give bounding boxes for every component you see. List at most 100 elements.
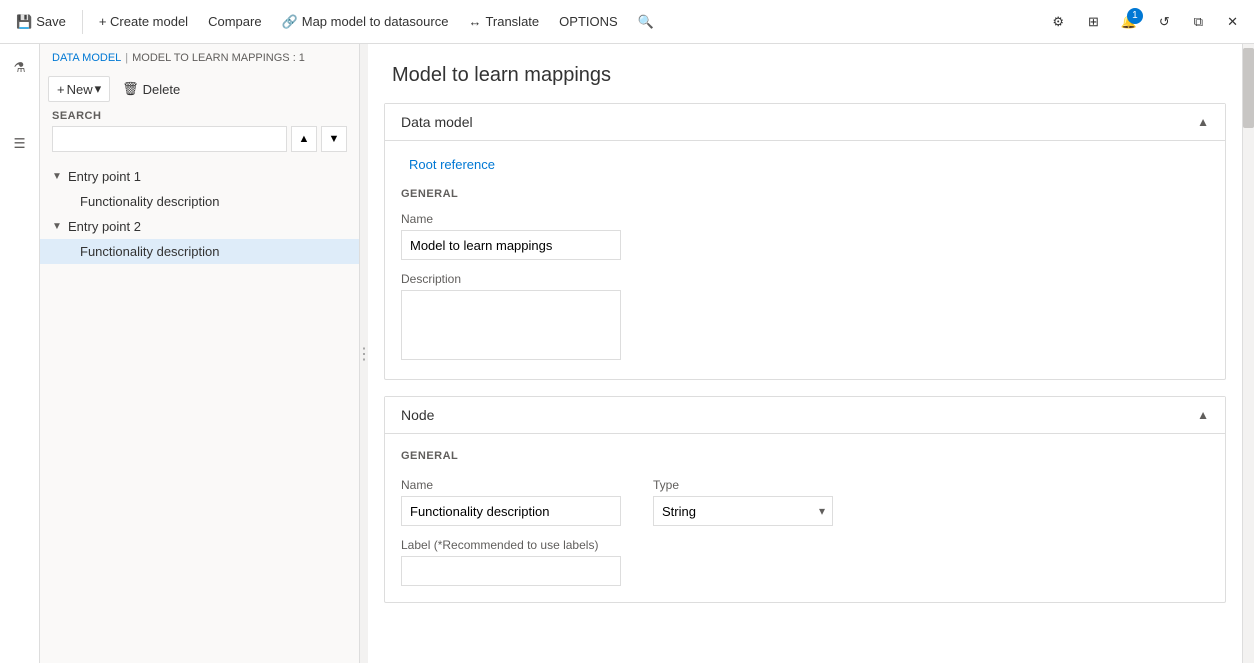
open-external-icon: ⧉	[1194, 14, 1203, 30]
tree-group-1: ▼ Entry point 1 Functionality descriptio…	[40, 164, 359, 214]
settings-icon: ⚙	[1052, 14, 1064, 30]
page-title: Model to learn mappings	[392, 64, 1218, 87]
office-button[interactable]: ⊞	[1080, 10, 1107, 34]
node-name-col: GENERAL Name	[401, 450, 621, 526]
root-reference-link[interactable]: Root reference	[401, 157, 503, 172]
create-model-button[interactable]: + Create model	[91, 10, 196, 33]
node-name-input[interactable]	[401, 496, 621, 526]
notification-badge[interactable]: 🔔 1	[1115, 8, 1143, 36]
map-label: Map model to datasource	[302, 14, 449, 29]
description-field-group: Description	[401, 272, 1209, 363]
expand-icon-1: ▼	[52, 171, 68, 182]
panel-toolbar: + New ▾ 🗑 Delete	[40, 72, 359, 106]
data-model-section-title: Data model	[401, 114, 473, 130]
arrow-up-button[interactable]: ▲	[291, 126, 317, 152]
drag-handle[interactable]: ⋮	[360, 44, 368, 663]
node-type-select[interactable]: String Integer Boolean Date List	[653, 496, 833, 526]
node-section-header[interactable]: Node ▲	[385, 397, 1225, 434]
hamburger-icon: ☰	[14, 136, 26, 152]
data-model-collapse-icon: ▲	[1197, 115, 1209, 129]
right-panel: Model to learn mappings Data model ▲ Roo…	[368, 44, 1242, 663]
tree-child-entry1-func1[interactable]: Functionality description	[40, 189, 359, 214]
new-dropdown-icon: ▾	[95, 81, 102, 97]
main-area: ⚗ ☰ DATA MODEL | MODEL TO LEARN MAPPINGS…	[0, 44, 1254, 663]
save-label: Save	[36, 14, 66, 29]
node-type-col: GENERAL Type String Integer Boolean Date…	[653, 450, 833, 526]
close-button[interactable]: ✕	[1219, 10, 1246, 34]
open-external-button[interactable]: ⧉	[1186, 10, 1211, 34]
main-toolbar: 💾 Save + Create model Compare 🔗 Map mode…	[0, 0, 1254, 44]
node-label-field-label: Label (*Recommended to use labels)	[401, 538, 1209, 552]
node-general-label: GENERAL	[401, 450, 621, 462]
breadcrumb-separator: |	[125, 52, 128, 64]
node-name-field-group: Name	[401, 478, 621, 526]
entry2-child1-label: Functionality description	[80, 244, 219, 259]
node-type-label: Type	[653, 478, 833, 492]
description-field-textarea[interactable]	[401, 290, 621, 360]
toolbar-separator-1	[82, 10, 83, 34]
side-icons: ⚗ ☰	[0, 44, 40, 663]
tree-item-entry2[interactable]: ▼ Entry point 2	[40, 214, 359, 239]
toolbar-right: ⚙ ⊞ 🔔 1 ↺ ⧉ ✕	[1044, 8, 1246, 36]
hamburger-icon-button[interactable]: ☰	[4, 128, 36, 160]
breadcrumb: DATA MODEL | MODEL TO LEARN MAPPINGS : 1	[40, 44, 359, 72]
search-toolbar-button[interactable]: 🔍	[630, 10, 662, 34]
delete-icon: 🗑	[122, 81, 139, 97]
map-icon: 🔗	[282, 14, 298, 30]
refresh-button[interactable]: ↺	[1151, 10, 1178, 34]
translate-label: Translate	[485, 14, 539, 29]
options-button[interactable]: OPTIONS	[551, 10, 626, 33]
right-scrollbar[interactable]	[1242, 44, 1254, 663]
name-field-input[interactable]	[401, 230, 621, 260]
node-section-body: GENERAL Name GENERAL Type String	[385, 434, 1225, 602]
close-icon: ✕	[1227, 14, 1238, 30]
notification-count: 1	[1127, 8, 1143, 24]
expand-icon-2: ▼	[52, 221, 68, 232]
node-fields-row: GENERAL Name GENERAL Type String	[401, 450, 1209, 526]
search-section-label: SEARCH	[52, 110, 347, 122]
new-button[interactable]: + New ▾	[48, 76, 110, 102]
tree: ▼ Entry point 1 Functionality descriptio…	[40, 160, 359, 663]
node-label-field-group: Label (*Recommended to use labels)	[401, 538, 1209, 586]
compare-label: Compare	[208, 14, 261, 29]
arrow-down-button[interactable]: ▼	[321, 126, 347, 152]
node-type-field-group: Type String Integer Boolean Date List	[653, 478, 833, 526]
save-button[interactable]: 💾 Save	[8, 10, 74, 34]
office-icon: ⊞	[1088, 14, 1099, 30]
new-label: New	[67, 82, 93, 97]
save-icon: 💾	[16, 14, 32, 30]
scroll-thumb[interactable]	[1243, 48, 1254, 128]
tree-group-2: ▼ Entry point 2 Functionality descriptio…	[40, 214, 359, 264]
search-section: SEARCH ▲ ▼	[40, 106, 359, 160]
page-title-bar: Model to learn mappings	[368, 44, 1242, 103]
search-icon: 🔍	[638, 14, 654, 30]
refresh-icon: ↺	[1159, 14, 1170, 30]
filter-icon: ⚗	[14, 60, 26, 76]
description-field-label: Description	[401, 272, 1209, 286]
data-model-section-header[interactable]: Data model ▲	[385, 104, 1225, 141]
tree-child-entry2-func1[interactable]: Functionality description	[40, 239, 359, 264]
translate-button[interactable]: ↔ Translate	[460, 10, 547, 33]
map-button[interactable]: 🔗 Map model to datasource	[274, 10, 457, 34]
name-field-group: Name	[401, 212, 1209, 260]
new-plus-icon: +	[57, 82, 65, 97]
compare-button[interactable]: Compare	[200, 10, 269, 33]
entry2-label: Entry point 2	[68, 219, 347, 234]
node-label-input[interactable]	[401, 556, 621, 586]
settings-button[interactable]: ⚙	[1044, 10, 1072, 34]
options-label: OPTIONS	[559, 14, 618, 29]
node-type-select-wrapper: String Integer Boolean Date List	[653, 496, 833, 526]
name-field-label: Name	[401, 212, 1209, 226]
tree-item-entry1[interactable]: ▼ Entry point 1	[40, 164, 359, 189]
delete-button[interactable]: 🗑 Delete	[114, 77, 188, 101]
delete-label: Delete	[143, 82, 181, 97]
node-section-title: Node	[401, 407, 434, 423]
entry1-label: Entry point 1	[68, 169, 347, 184]
node-name-label: Name	[401, 478, 621, 492]
left-panel: DATA MODEL | MODEL TO LEARN MAPPINGS : 1…	[40, 44, 360, 663]
create-model-label: + Create model	[99, 14, 188, 29]
breadcrumb-data-model[interactable]: DATA MODEL	[52, 52, 121, 64]
node-collapse-icon: ▲	[1197, 408, 1209, 422]
filter-icon-button[interactable]: ⚗	[4, 52, 36, 84]
search-input[interactable]	[52, 126, 287, 152]
